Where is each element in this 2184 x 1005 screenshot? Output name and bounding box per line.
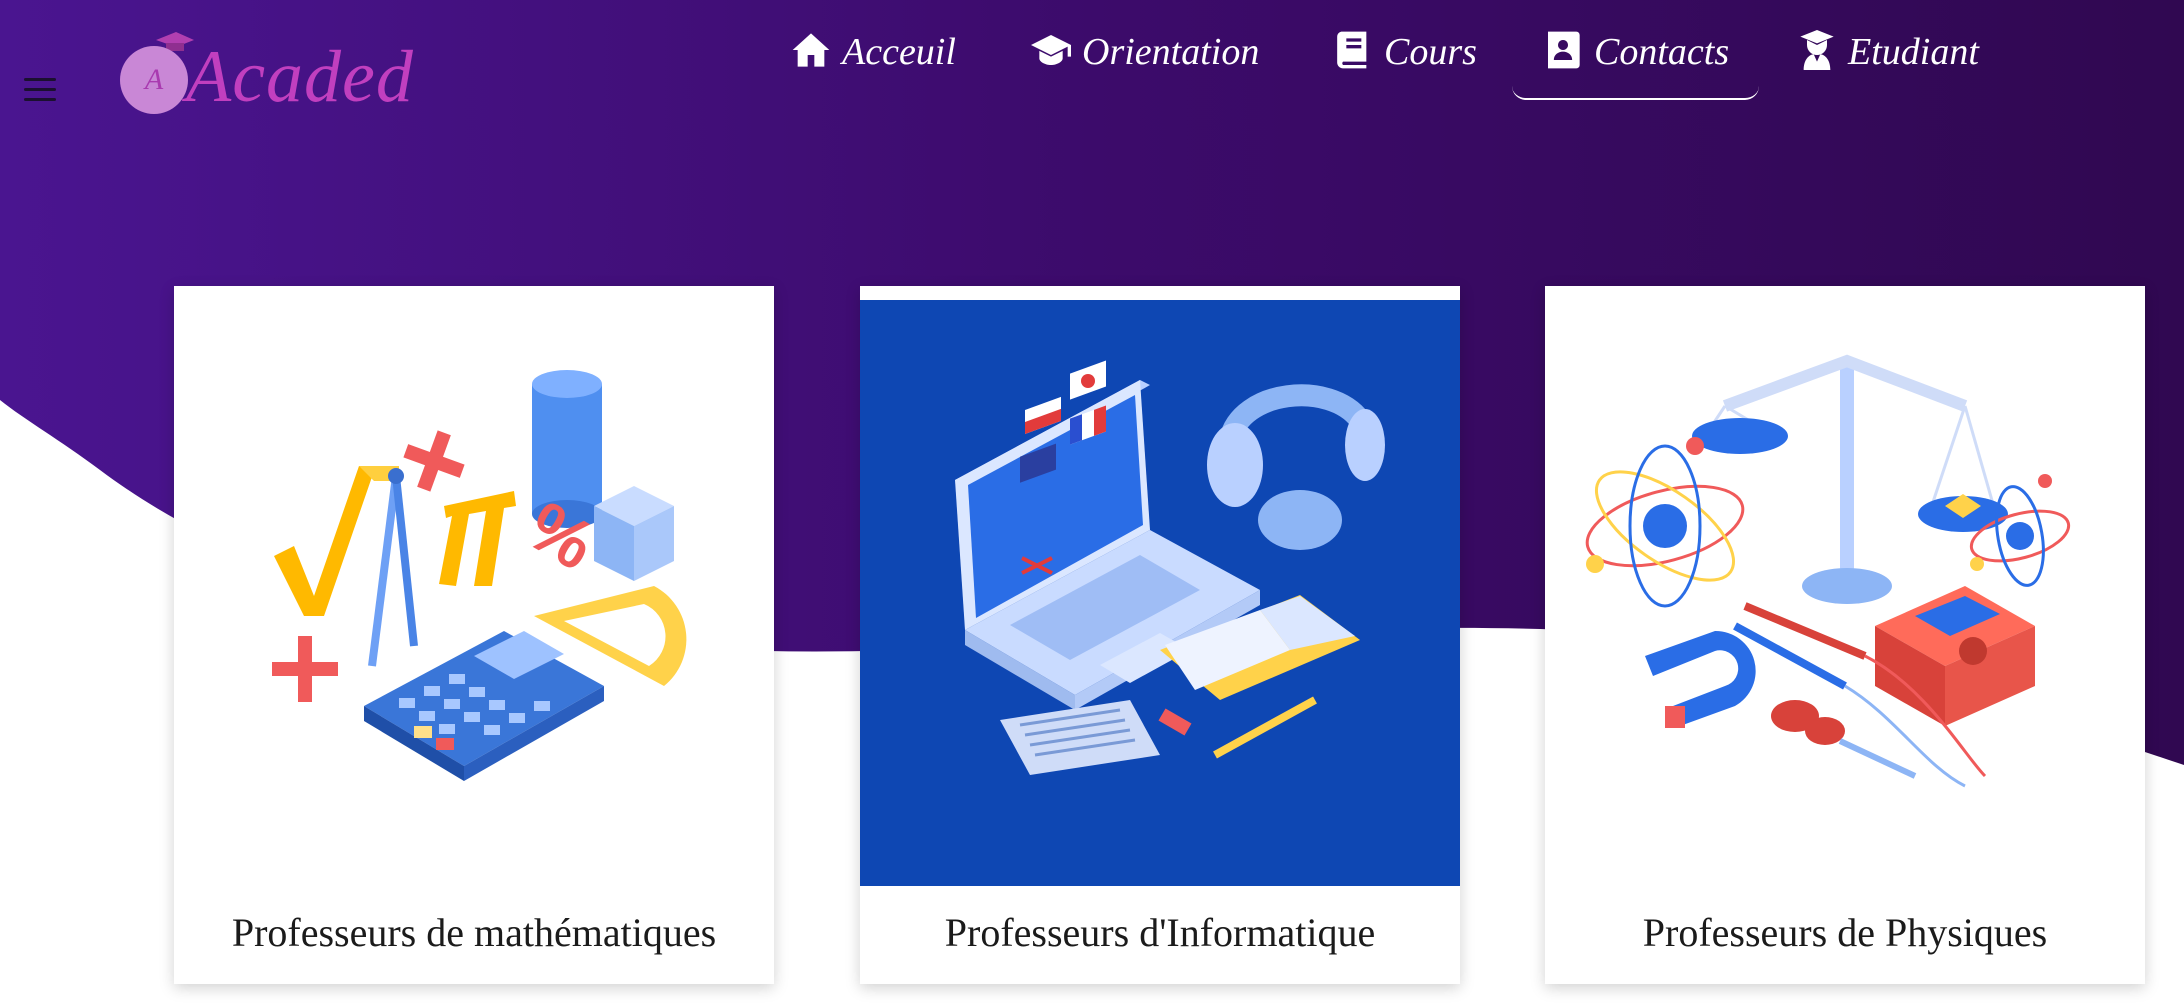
nav-item-cours[interactable]: Cours <box>1332 24 1477 100</box>
nav-label: Contacts <box>1594 31 1730 73</box>
nav-item-contacts[interactable]: Contacts <box>1512 24 1760 100</box>
card-caption: Professeurs de mathématiques <box>231 910 717 955</box>
card-math-teachers[interactable]: % Professeurs de mathématiques <box>174 286 774 984</box>
card-caption: Professeurs de Physiques <box>1642 910 2048 955</box>
nav-label: Acceuil <box>842 31 956 73</box>
nav-item-etudiant[interactable]: Etudiant <box>1796 24 1979 100</box>
graduation-cap-icon <box>1031 35 1071 65</box>
book-icon <box>1337 31 1367 69</box>
brand-name: Acaded <box>186 36 414 118</box>
computer-illustration <box>860 300 1460 886</box>
nav-item-acceuil[interactable]: Acceuil <box>790 24 956 100</box>
math-illustration: % <box>272 370 687 781</box>
card-caption: Professeurs d'Informatique <box>944 910 1376 955</box>
nav-label: Orientation <box>1082 31 1260 73</box>
card-informatics-teachers[interactable]: Professeurs d'Informatique <box>860 286 1460 984</box>
hamburger-menu-icon[interactable] <box>24 78 56 102</box>
logo-badge: A <box>120 46 188 114</box>
student-icon <box>1800 30 1834 70</box>
address-book-icon <box>1548 31 1580 69</box>
brand-logo[interactable]: A Acaded <box>118 32 413 122</box>
physics-illustration <box>1585 354 2071 788</box>
nav-item-orientation[interactable]: Orientation <box>1030 24 1259 100</box>
nav-label: Etudiant <box>1848 31 1979 73</box>
nav-label: Cours <box>1384 31 1477 73</box>
card-physics-teachers[interactable]: Professeurs de Physiques <box>1545 286 2145 984</box>
home-icon <box>792 33 830 67</box>
